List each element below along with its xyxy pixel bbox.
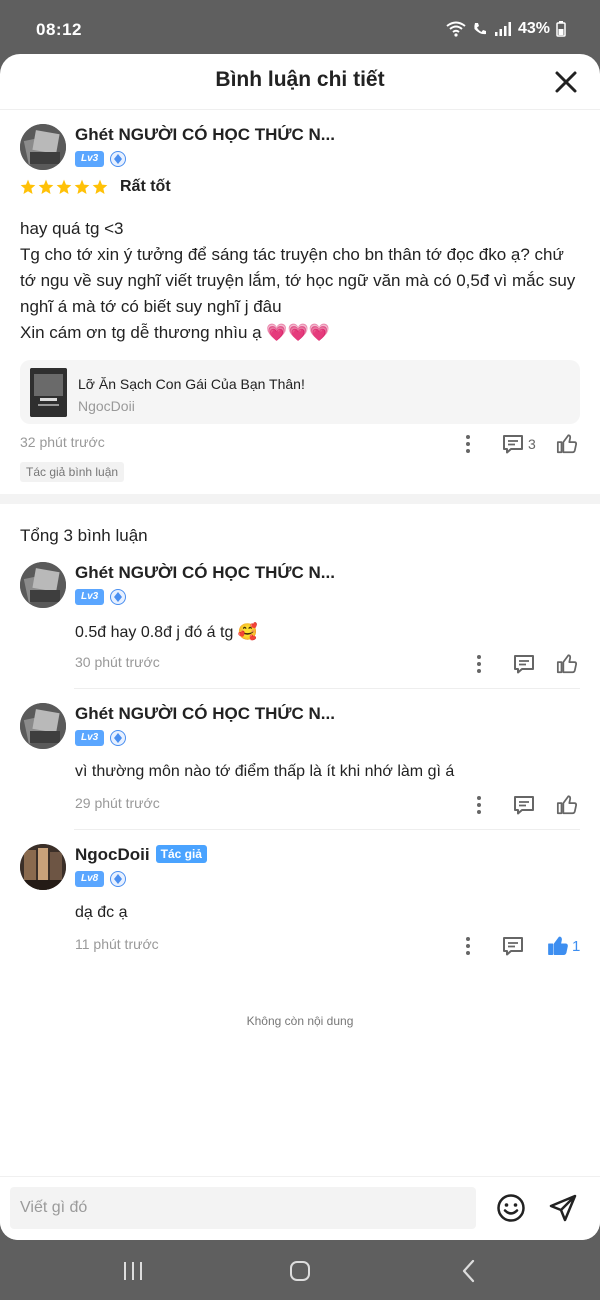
comment-icon [514, 655, 534, 674]
comment-time: 29 phút trước [75, 795, 160, 811]
star-icon [92, 179, 108, 194]
reply-divider [74, 829, 580, 830]
book-title: Lỡ Ăn Sạch Con Gái Của Bạn Thân! [78, 376, 305, 392]
comment-input-bar [0, 1176, 600, 1240]
reply-meta: 29 phút trước [75, 793, 580, 817]
reply-button[interactable] [513, 793, 535, 817]
status-bar: 08:12 43% [0, 0, 600, 56]
reply-author: Ghét NGƯỜI CÓ HỌC THỨC N... Lv3 [20, 703, 335, 749]
close-icon[interactable] [554, 70, 578, 94]
diamond-icon [110, 730, 127, 746]
comment-input[interactable] [10, 1187, 476, 1229]
book-card[interactable]: Lỡ Ăn Sạch Con Gái Của Bạn Thân! NgocDoi… [20, 360, 580, 424]
back-icon[interactable] [455, 1258, 485, 1284]
comment-body: hay quá tg <3 Tg cho tớ xin ý tưởng để s… [20, 216, 580, 346]
comment-line: hay quá tg <3 [20, 219, 124, 238]
book-author: NgocDoii [78, 398, 135, 414]
user-name[interactable]: Ghét NGƯỜI CÓ HỌC THỨC N... [75, 125, 335, 145]
reply-author: NgocDoii Tác giả Lv8 [20, 844, 207, 890]
reply-button[interactable]: 3 [502, 432, 536, 456]
star-icon [56, 179, 72, 194]
reply-text: vì thường môn nào tớ điểm thấp là ít khi… [75, 763, 455, 780]
status-icons: 43% [446, 20, 566, 38]
comment-time: 30 phút trước [75, 654, 160, 670]
reply-count: 3 [528, 436, 536, 452]
emoji-icon[interactable] [496, 1193, 526, 1223]
like-button[interactable] [556, 793, 578, 817]
more-options-icon[interactable] [469, 652, 489, 676]
avatar[interactable] [20, 844, 66, 890]
thumbs-up-icon [556, 795, 578, 815]
reply-text: dạ đc ạ [75, 904, 128, 921]
user-name[interactable]: Ghét NGƯỜI CÓ HỌC THỨC N... [75, 563, 335, 583]
comment-time: 11 phút trước [75, 936, 159, 952]
level-badge: Lv3 [75, 589, 105, 605]
comment-detail-sheet: Bình luận chi tiết Ghét NGƯỜI CÓ HỌC THỨ… [0, 54, 600, 1240]
end-of-content-label: Không còn nội dung [246, 1014, 354, 1028]
system-nav-bar [0, 1240, 600, 1300]
section-divider [0, 494, 600, 504]
comment-icon [503, 435, 523, 454]
rating: Rất tốt [20, 178, 171, 196]
main-comment-meta: 32 phút trước 3 [20, 432, 580, 456]
star-icon [38, 179, 54, 194]
main-comment-author: Ghét NGƯỜI CÓ HỌC THỨC N... Lv3 [20, 124, 335, 170]
avatar[interactable] [20, 562, 66, 608]
page-title: Bình luận chi tiết [215, 68, 385, 91]
comment-icon [514, 796, 534, 815]
thumbs-up-icon [556, 434, 578, 454]
reply-divider [74, 688, 580, 689]
level-badge: Lv3 [75, 151, 105, 167]
comment-line: Tg cho tớ xin ý tưởng để sáng tác truyện… [20, 245, 576, 316]
signal-icon [494, 22, 511, 36]
reply-meta: 30 phút trước [75, 652, 580, 676]
wifi-icon [446, 21, 466, 37]
comment-icon [503, 937, 523, 956]
like-button-active[interactable]: 1 [547, 934, 580, 958]
diamond-icon [110, 151, 127, 167]
like-button[interactable] [556, 652, 578, 676]
thumbs-up-filled-icon [548, 936, 568, 955]
level-badge: Lv8 [75, 871, 105, 887]
total-comments-label: Tổng 3 bình luận [20, 526, 148, 545]
reply-meta: 11 phút trước 1 [75, 934, 580, 958]
avatar[interactable] [20, 124, 66, 170]
battery-icon [556, 21, 566, 37]
reply-button[interactable] [513, 652, 535, 676]
recent-apps-icon[interactable] [118, 1258, 148, 1284]
star-icon [20, 179, 36, 194]
more-options-icon[interactable] [458, 934, 478, 958]
comment-line: Xin cám ơn tg dễ thương nhìu ạ 💗💗💗 [20, 323, 330, 342]
status-time: 08:12 [36, 20, 82, 39]
rating-label: Rất tốt [120, 178, 171, 195]
author-replied-tag: Tác giả bình luận [20, 462, 125, 482]
diamond-icon [110, 871, 127, 887]
book-cover [30, 368, 67, 417]
comment-time: 32 phút trước [20, 434, 105, 450]
thumbs-up-icon [556, 654, 578, 674]
battery-level: 43% [517, 20, 550, 37]
reply-text: 0.5đ hay 0.8đ j đó á tg 🥰 [75, 624, 258, 641]
home-icon[interactable] [285, 1258, 315, 1284]
reply-author: Ghét NGƯỜI CÓ HỌC THỨC N... Lv3 [20, 562, 335, 608]
call-icon [474, 23, 486, 35]
user-name-text: NgocDoii [75, 845, 150, 864]
avatar[interactable] [20, 703, 66, 749]
more-options-icon[interactable] [458, 432, 478, 456]
more-options-icon[interactable] [469, 793, 489, 817]
header: Bình luận chi tiết [0, 54, 600, 110]
diamond-icon [110, 589, 127, 605]
level-badge: Lv3 [75, 730, 105, 746]
send-icon[interactable] [548, 1193, 578, 1223]
author-tag: Tác giả [155, 845, 207, 863]
user-name[interactable]: Ghét NGƯỜI CÓ HỌC THỨC N... [75, 704, 335, 724]
like-count: 1 [572, 937, 581, 955]
star-icon [74, 179, 90, 194]
like-button[interactable] [556, 432, 578, 456]
reply-button[interactable] [502, 934, 524, 958]
user-name[interactable]: NgocDoii Tác giả [75, 845, 207, 865]
